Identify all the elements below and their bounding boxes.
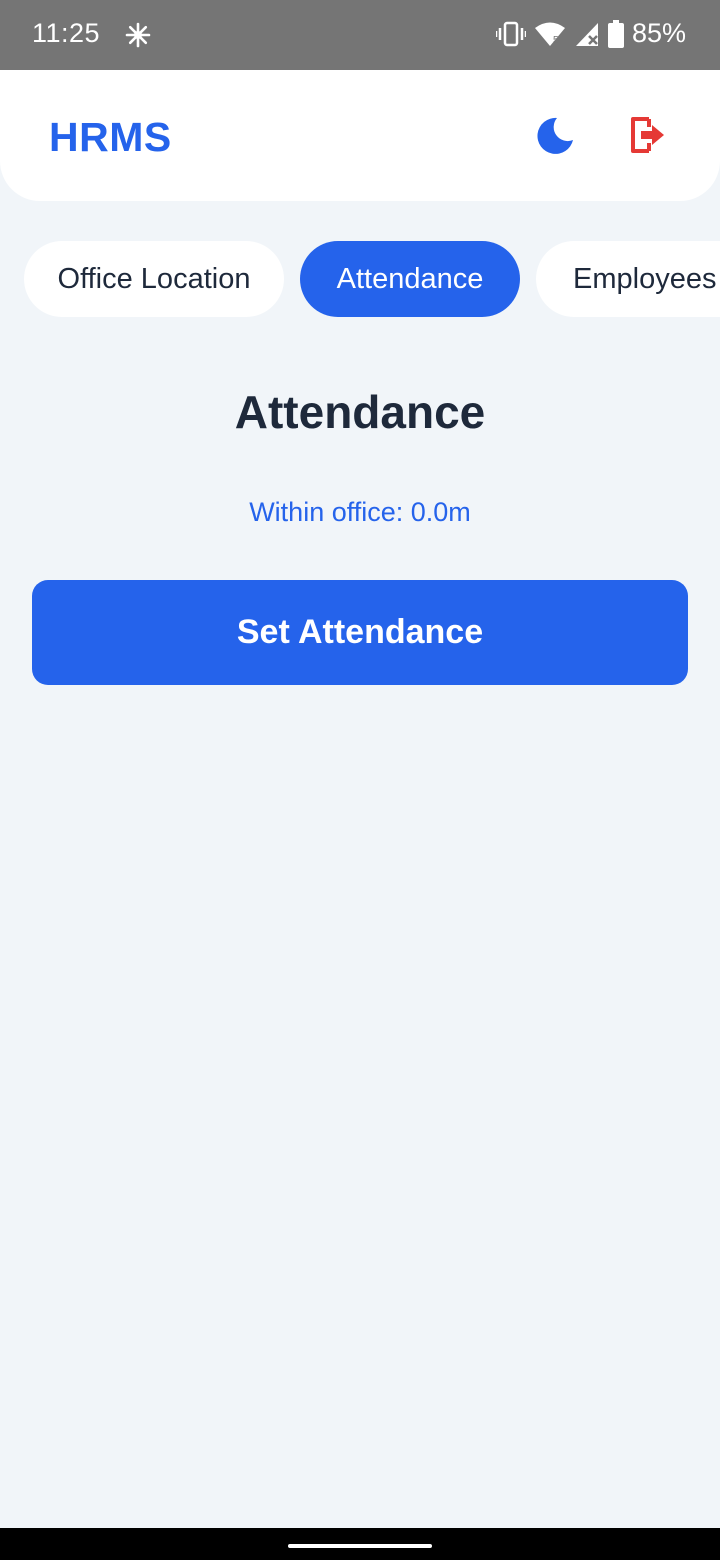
- status-time: 11:25: [32, 18, 101, 48]
- tab-bar: Office Location Attendance Employees: [0, 241, 720, 317]
- page-title: Attendance: [234, 386, 486, 438]
- office-distance-text: Within office: 0.0m: [249, 497, 471, 527]
- status-bar: 11:25 5 85%: [0, 0, 720, 70]
- status-icons: 5 85%: [495, 18, 686, 49]
- home-gesture-handle[interactable]: [288, 1544, 432, 1548]
- tab-office-location[interactable]: Office Location: [24, 241, 284, 317]
- tab-employees[interactable]: Employees: [536, 241, 720, 317]
- tab-label: Office Location: [57, 262, 251, 295]
- fan-icon: [124, 21, 152, 49]
- svg-text:5: 5: [553, 35, 559, 46]
- app-header: HRMS: [0, 70, 720, 201]
- logout-button[interactable]: [624, 114, 670, 160]
- battery-icon: [607, 19, 624, 48]
- battery-percent: 85%: [631, 18, 686, 48]
- tab-attendance[interactable]: Attendance: [300, 241, 520, 317]
- set-attendance-button[interactable]: Set Attendance: [32, 580, 688, 685]
- theme-toggle-button[interactable]: [532, 115, 578, 161]
- signal-icon: [574, 21, 600, 47]
- vibrate-icon: [495, 21, 526, 47]
- moon-icon: [535, 116, 575, 161]
- tab-label: Employees: [573, 262, 717, 295]
- logout-icon: [627, 115, 667, 160]
- wifi-icon: 5: [534, 21, 566, 47]
- system-nav-bar: [0, 1528, 720, 1560]
- tab-label: Attendance: [336, 262, 484, 295]
- app-title: HRMS: [49, 114, 172, 160]
